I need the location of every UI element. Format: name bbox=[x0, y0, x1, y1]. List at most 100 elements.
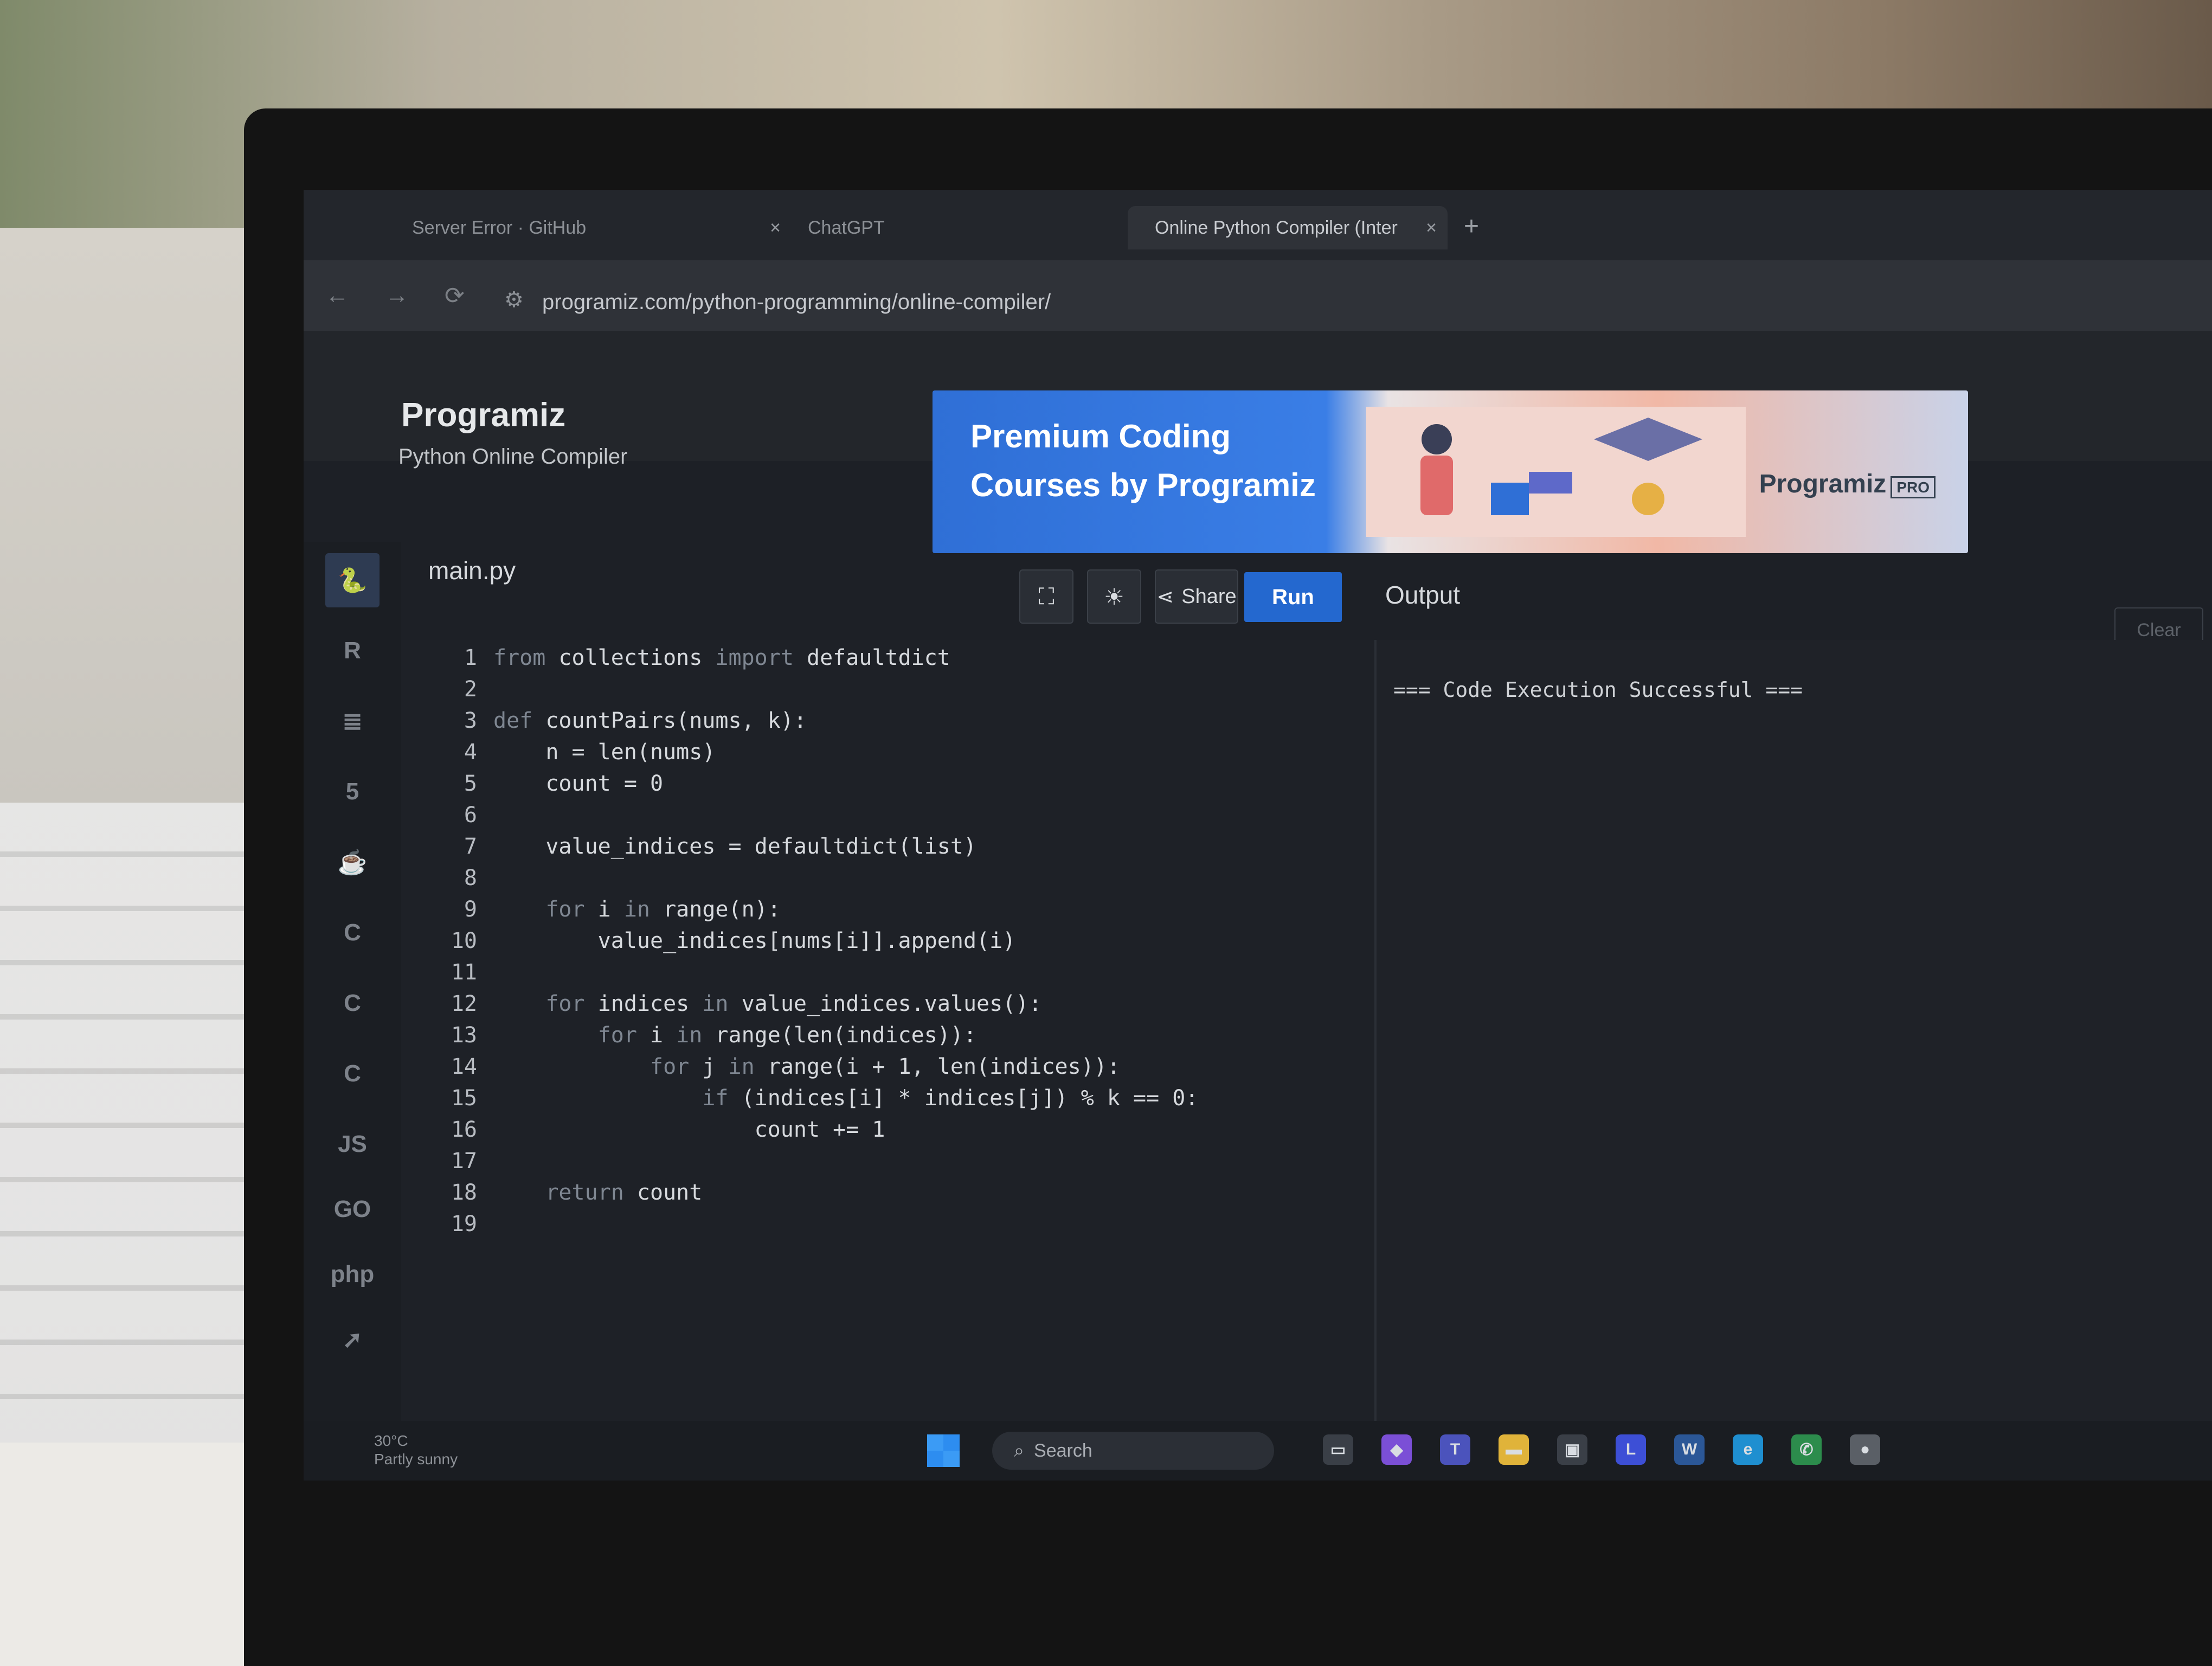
forward-icon[interactable]: → bbox=[385, 282, 409, 309]
whatsapp-icon[interactable]: ✆ bbox=[1791, 1434, 1822, 1465]
banner-line-2: Courses by Programiz bbox=[970, 467, 1316, 503]
code-text[interactable]: for i in range(n): bbox=[493, 897, 781, 922]
swift-icon[interactable]: ➚ bbox=[325, 1312, 380, 1367]
taskbar-search[interactable]: ⌕ Search bbox=[992, 1432, 1274, 1470]
line-number: 3 bbox=[464, 708, 477, 733]
code-text[interactable]: value_indices = defaultdict(list) bbox=[493, 834, 976, 859]
line-number: 16 bbox=[451, 1117, 477, 1142]
line-number: 9 bbox=[464, 897, 477, 922]
theme-toggle-icon[interactable]: ☀ bbox=[1087, 569, 1141, 624]
line-number: 10 bbox=[451, 928, 477, 953]
database-icon[interactable]: ≣ bbox=[325, 694, 380, 748]
programiz-logo[interactable]: Programiz bbox=[401, 396, 565, 434]
code-line: 2 bbox=[401, 677, 1372, 707]
code-text[interactable]: count = 0 bbox=[493, 771, 663, 796]
word-icon[interactable]: W bbox=[1674, 1434, 1705, 1465]
store-icon[interactable]: ▣ bbox=[1557, 1434, 1587, 1465]
line-number: 4 bbox=[464, 740, 477, 765]
code-text[interactable]: return count bbox=[493, 1180, 702, 1205]
share-label: Share bbox=[1181, 585, 1237, 608]
code-line: 12 for indices in value_indices.values()… bbox=[401, 991, 1372, 1022]
code-line: 15 if (indices[i] * indices[j]) % k == 0… bbox=[401, 1086, 1372, 1116]
code-text[interactable]: for indices in value_indices.values(): bbox=[493, 991, 1041, 1016]
r-icon[interactable]: R bbox=[325, 624, 380, 678]
file-tab-main-py[interactable]: main.py bbox=[428, 556, 516, 585]
copilot-icon[interactable]: ◆ bbox=[1381, 1434, 1412, 1465]
java-icon[interactable]: ☕ bbox=[325, 835, 380, 889]
code-text[interactable]: for j in range(i + 1, len(indices)): bbox=[493, 1054, 1120, 1079]
pane-divider[interactable] bbox=[1374, 640, 1377, 1475]
code-line: 11 bbox=[401, 960, 1372, 990]
line-number: 2 bbox=[464, 677, 477, 702]
teams-icon[interactable]: T bbox=[1440, 1434, 1470, 1465]
folder-icon[interactable]: ▬ bbox=[1499, 1434, 1529, 1465]
new-tab-button[interactable]: + bbox=[1464, 212, 1479, 241]
line-number: 17 bbox=[451, 1149, 477, 1174]
code-line: 16 count += 1 bbox=[401, 1117, 1372, 1148]
close-icon[interactable]: × bbox=[1426, 217, 1437, 239]
compiler-subtitle: Python Online Compiler bbox=[398, 445, 628, 469]
code-text[interactable]: value_indices[nums[i]].append(i) bbox=[493, 928, 1016, 953]
weather-condition: Partly sunny bbox=[374, 1451, 458, 1468]
line-number: 11 bbox=[451, 960, 477, 985]
csharp-icon[interactable]: C bbox=[325, 1047, 380, 1101]
code-text[interactable]: for i in range(len(indices)): bbox=[493, 1023, 976, 1048]
cpp-icon[interactable]: C bbox=[325, 976, 380, 1030]
tab-label: Online Python Compiler (Inter bbox=[1155, 217, 1398, 238]
code-line: 10 value_indices[nums[i]].append(i) bbox=[401, 928, 1372, 959]
code-line: 4 n = len(nums) bbox=[401, 740, 1372, 770]
code-line: 18 return count bbox=[401, 1180, 1372, 1210]
tab-label: ChatGPT bbox=[808, 217, 885, 238]
tab-github[interactable]: Server Error · GitHub × bbox=[412, 206, 792, 249]
app-l-icon[interactable]: L bbox=[1616, 1434, 1646, 1465]
share-button[interactable]: ⋖ Share bbox=[1155, 569, 1238, 624]
line-number: 14 bbox=[451, 1054, 477, 1079]
premium-courses-banner[interactable]: Premium Coding Courses by Programiz Prog… bbox=[933, 390, 1968, 553]
line-number: 1 bbox=[464, 645, 477, 670]
pro-badge: PRO bbox=[1891, 476, 1935, 498]
close-icon[interactable]: × bbox=[770, 217, 781, 239]
output-text: === Code Execution Successful === bbox=[1393, 678, 1803, 702]
code-text[interactable]: def countPairs(nums, k): bbox=[493, 708, 807, 733]
banner-brand-name: Programiz bbox=[1759, 470, 1887, 498]
python-icon[interactable]: 🐍 bbox=[325, 553, 380, 607]
code-text[interactable]: from collections import defaultdict bbox=[493, 645, 950, 670]
code-line: 13 for i in range(len(indices)): bbox=[401, 1023, 1372, 1053]
search-icon: ⌕ bbox=[1014, 1440, 1025, 1461]
js-icon[interactable]: JS bbox=[325, 1117, 380, 1171]
weather-widget[interactable]: 30°C Partly sunny bbox=[374, 1432, 458, 1469]
site-settings-icon[interactable]: ⚙ bbox=[504, 287, 524, 312]
code-text[interactable]: count += 1 bbox=[493, 1117, 885, 1142]
windows-start-icon[interactable] bbox=[927, 1434, 960, 1467]
code-line: 8 bbox=[401, 866, 1372, 896]
url-field[interactable]: programiz.com/python-programming/online-… bbox=[542, 290, 1051, 315]
code-line: 7 value_indices = defaultdict(list) bbox=[401, 834, 1372, 864]
code-line: 6 bbox=[401, 803, 1372, 833]
php-icon[interactable]: php bbox=[325, 1247, 380, 1302]
run-button[interactable]: Run bbox=[1244, 572, 1342, 622]
fullscreen-icon[interactable]: ⛶ bbox=[1019, 569, 1073, 624]
tab-programiz[interactable]: Online Python Compiler (Inter × bbox=[1128, 206, 1448, 249]
code-line: 1 from collections import defaultdict bbox=[401, 645, 1372, 676]
line-number: 7 bbox=[464, 834, 477, 859]
reload-icon[interactable]: ⟳ bbox=[445, 282, 465, 310]
banner-line-1: Premium Coding bbox=[970, 418, 1231, 454]
code-text[interactable]: n = len(nums) bbox=[493, 740, 715, 765]
file-explorer-icon[interactable]: ▭ bbox=[1323, 1434, 1353, 1465]
go-icon[interactable]: GO bbox=[325, 1182, 380, 1236]
html5-icon[interactable]: 5 bbox=[325, 765, 380, 819]
line-number: 19 bbox=[451, 1212, 477, 1236]
back-icon[interactable]: ← bbox=[325, 282, 349, 309]
code-line: 19 bbox=[401, 1212, 1372, 1242]
chrome-icon[interactable]: ● bbox=[1850, 1434, 1880, 1465]
edge-icon[interactable]: e bbox=[1733, 1434, 1763, 1465]
programiz-pro-logo: Programiz PRO bbox=[1759, 469, 1935, 499]
code-line: 3 def countPairs(nums, k): bbox=[401, 708, 1372, 739]
code-text[interactable]: if (indices[i] * indices[j]) % k == 0: bbox=[493, 1086, 1198, 1111]
code-line: 14 for j in range(i + 1, len(indices)): bbox=[401, 1054, 1372, 1085]
share-icon: ⋖ bbox=[1156, 585, 1174, 608]
line-number: 5 bbox=[464, 771, 477, 796]
c-icon[interactable]: C bbox=[325, 906, 380, 960]
tab-label: Server Error · GitHub bbox=[412, 217, 587, 238]
banner-illustration-icon bbox=[1366, 407, 1746, 537]
